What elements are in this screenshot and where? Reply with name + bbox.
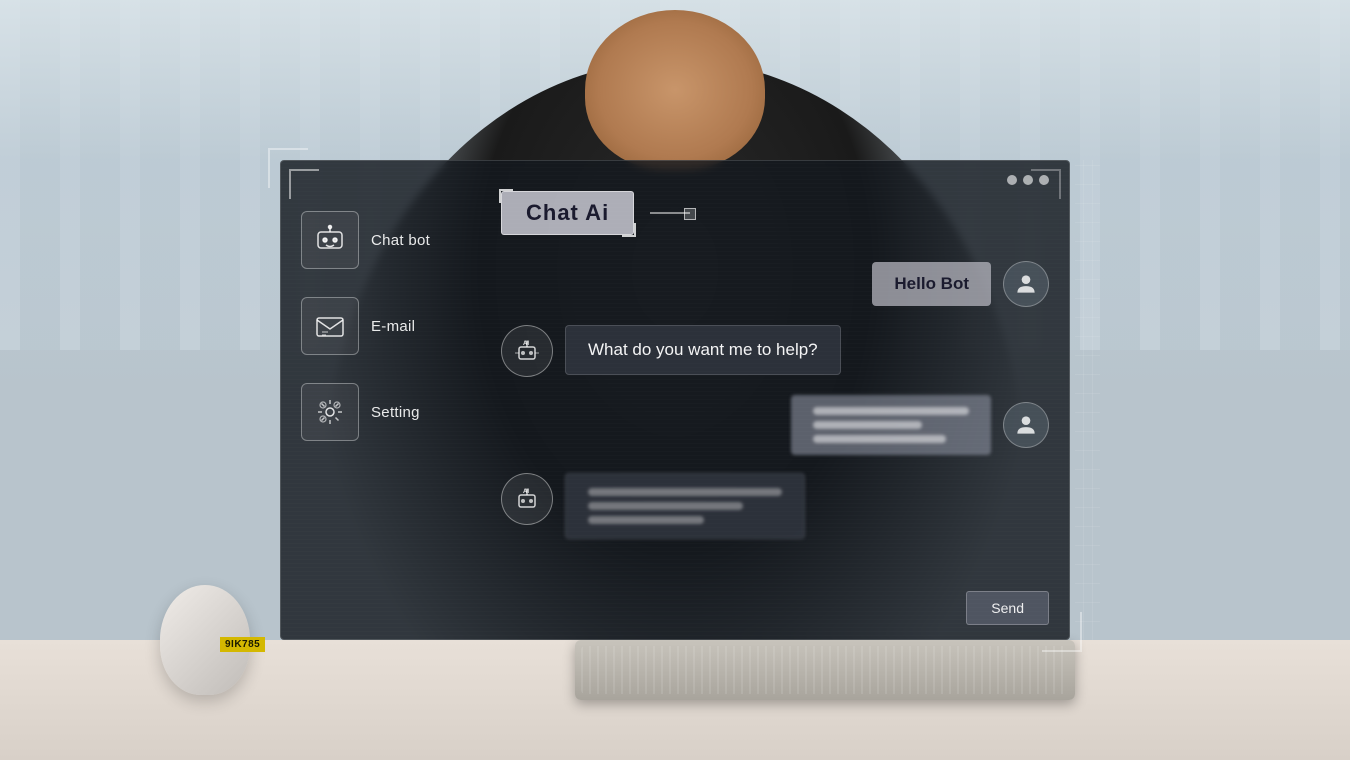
email-icon [314, 310, 346, 342]
bot-line-1 [588, 488, 782, 496]
typing-line-3 [813, 435, 946, 443]
header-connector [650, 212, 690, 214]
dot-1 [1007, 175, 1017, 185]
dot-2 [1023, 175, 1033, 185]
ai-icon-2: AI [511, 483, 543, 515]
user-icon [1013, 271, 1039, 297]
user-icon-2 [1013, 412, 1039, 438]
chatbot-icon [314, 224, 346, 256]
person-head [585, 10, 765, 170]
message-hello-bot: Hello Bot [501, 261, 1049, 307]
bracket-top-left [268, 148, 308, 188]
holo-ui: Chat bot E-mail [280, 160, 1070, 640]
main-panel: Chat bot E-mail [280, 160, 1070, 640]
email-icon-box [301, 297, 359, 355]
svg-text:AI: AI [523, 341, 529, 347]
bot-typing-bubble [565, 473, 805, 539]
watermark: 9IK785 [220, 637, 265, 652]
typing-line-1 [813, 407, 969, 415]
setting-label: Setting [371, 404, 420, 421]
sidebar-item-setting[interactable]: Setting [301, 383, 481, 441]
ai-robot-icon-1: AI [501, 325, 553, 377]
chat-ai-title: Chat Ai [526, 200, 609, 225]
chat-area: Hello Bot [501, 261, 1049, 579]
setting-icon-box [301, 383, 359, 441]
ai-robot-icon-2: AI [501, 473, 553, 525]
user-typing-bubble [791, 395, 991, 455]
setting-icon [314, 396, 346, 428]
sidebar-item-chatbot[interactable]: Chat bot [301, 211, 481, 269]
message-user-typing [501, 395, 1049, 455]
user-avatar-2 [1003, 402, 1049, 448]
bracket-bottom-right [1042, 612, 1082, 652]
sidebar: Chat bot E-mail [301, 211, 481, 441]
bot-line-3 [588, 516, 704, 524]
message-bot-typing: AI [501, 473, 1049, 539]
hello-bot-bubble: Hello Bot [872, 262, 991, 306]
grid-right-decoration [1075, 160, 1100, 640]
svg-text:AI: AI [523, 489, 529, 495]
chatbot-label: Chat bot [371, 232, 430, 249]
email-label: E-mail [371, 318, 415, 335]
chat-header: Chat Ai [501, 191, 1049, 235]
chat-ai-box: Chat Ai [501, 191, 634, 235]
chatbot-icon-box [301, 211, 359, 269]
message-bot-response: AI What do you want me to help? [501, 325, 1049, 377]
keyboard [575, 640, 1075, 700]
window-controls [1007, 175, 1049, 185]
typing-line-2 [813, 421, 922, 429]
user-avatar-1 [1003, 261, 1049, 307]
sidebar-item-email[interactable]: E-mail [301, 297, 481, 355]
bot-line-2 [588, 502, 743, 510]
send-button[interactable]: Send [966, 591, 1049, 625]
dot-3 [1039, 175, 1049, 185]
bot-response-bubble: What do you want me to help? [565, 325, 841, 375]
ai-icon: AI [511, 335, 543, 367]
